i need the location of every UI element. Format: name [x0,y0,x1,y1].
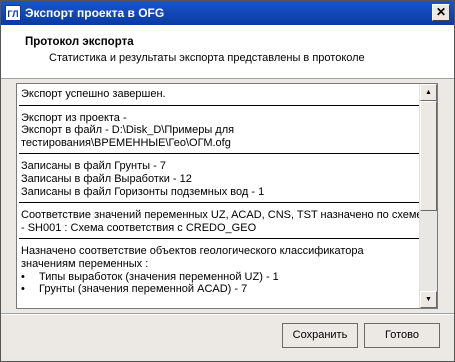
log-separator [19,153,419,155]
log-list-item: • Грунты (значения переменной ACAD) - 7 [19,283,419,296]
log-content: Экспорт успешно завершен. Экспорт из про… [19,88,423,296]
close-button[interactable]: ✕ [432,4,450,21]
log-line: Экспорт из проекта - [21,111,127,124]
window-title: Экспорт проекта в OFG [25,6,165,20]
bullet-icon: • [21,283,25,296]
log-list-item: • Типы выработок (значения переменной UZ)… [19,271,419,284]
scroll-thumb[interactable] [420,101,437,211]
log-list-text: Грунты (значения переменной ACAD) - 7 [39,283,248,296]
log-separator [19,104,419,106]
log-line: Записаны в файл Горизонты подземных вод … [21,185,265,198]
header-title: Протокол экспорта [25,36,134,48]
scroll-down-icon[interactable]: ▼ [420,291,437,308]
app-icon: ГЛ [5,5,21,21]
log-separator [19,238,419,240]
log-line: - SH001 : Схема соответствия с CREDO_GEO [21,221,257,234]
log-line: Соответствие значений переменных UZ, ACA… [21,209,423,222]
dialog-header: Протокол экспорта Статистика и результат… [1,25,454,79]
bullet-icon: • [21,270,25,283]
vertical-scrollbar[interactable]: ▲ ▼ [419,84,437,308]
log-line: Экспорт успешно завершен. [21,88,166,100]
footer-divider [1,313,454,315]
done-button[interactable]: Готово [364,323,440,348]
log-separator [19,202,419,204]
header-subtitle: Статистика и результаты экспорта предста… [49,52,365,64]
scroll-up-icon[interactable]: ▲ [420,84,437,101]
log-line: Экспорт в файл - D:\Disk_D\Примеры для [21,124,235,137]
log-line: значениям переменных : [21,257,149,270]
save-button[interactable]: Сохранить [282,323,358,348]
export-dialog: ГЛ Экспорт проекта в OFG ✕ Протокол эксп… [0,0,455,362]
log-line: Назначено соответствие объектов геологич… [21,245,364,258]
log-list-text: Типы выработок (значения переменной UZ) … [39,270,279,283]
title-bar[interactable]: ГЛ Экспорт проекта в OFG ✕ [1,1,454,25]
log-line: тестирования\ВРЕМЕННЫЕ\Гео\ОГМ.ofg [21,136,231,149]
log-line: Записаны в файл Грунты - 7 [21,160,166,173]
log-line: Записаны в файл Выработки - 12 [21,172,192,185]
export-log[interactable]: Экспорт успешно завершен. Экспорт из про… [16,83,438,309]
